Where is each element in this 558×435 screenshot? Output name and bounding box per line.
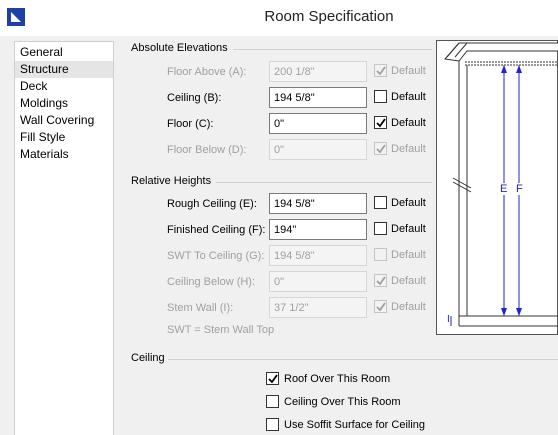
roof-over-room-label: Roof Over This Room — [284, 373, 391, 385]
stem-wall-default-label: Default — [391, 301, 426, 313]
finished-ceiling-label: Finished Ceiling (F): — [167, 224, 266, 236]
finished-ceiling-default-checkbox[interactable] — [374, 222, 387, 235]
floor-below-default-label: Default — [391, 143, 426, 155]
ceiling-default-checkbox[interactable] — [374, 90, 387, 103]
roof-over-room-checkbox[interactable] — [266, 372, 279, 385]
ceiling-heading: Ceiling — [131, 352, 165, 364]
dimension-i-label: I — [447, 314, 450, 325]
swt-to-ceiling-default-checkbox — [374, 248, 387, 261]
ceiling-below-label: Ceiling Below (H): — [167, 276, 256, 288]
nav-item-moldings[interactable]: Moldings — [15, 95, 113, 112]
title-bar: Room Specification — [0, 0, 558, 36]
soffit-surface-label: Use Soffit Surface for Ceiling — [284, 419, 426, 431]
dimension-e-label: E — [500, 183, 508, 195]
nav-item-materials[interactable]: Materials — [15, 146, 113, 163]
ceiling-field[interactable]: 194 5/8" — [269, 87, 367, 108]
stem-wall-label: Stem Wall (I): — [167, 302, 234, 314]
swt-to-ceiling-label: SWT To Ceiling (G): — [167, 250, 265, 262]
ceiling-below-default-checkbox — [374, 274, 387, 287]
check-icon — [268, 374, 278, 384]
ceiling-below-default-label: Default — [391, 275, 426, 287]
rough-ceiling-field[interactable]: 194 5/8" — [269, 193, 367, 214]
floor-below-label: Floor Below (D): — [167, 144, 247, 156]
finished-ceiling-default-label: Default — [391, 223, 426, 235]
absolute-elevations-heading: Absolute Elevations — [131, 42, 228, 54]
floor-above-default-checkbox — [374, 64, 387, 77]
elevation-diagram-drawing — [444, 42, 558, 327]
nav-item-general[interactable]: General — [15, 44, 113, 61]
floor-above-default-label: Default — [391, 65, 426, 77]
swt-to-ceiling-field: 194 5/8" — [269, 245, 367, 266]
dimension-f-label: F — [516, 183, 523, 195]
floor-label: Floor (C): — [167, 118, 214, 130]
floor-default-label: Default — [391, 117, 426, 129]
section-divider — [233, 49, 432, 50]
rough-ceiling-default-checkbox[interactable] — [374, 196, 387, 209]
floor-above-field: 200 1/8" — [269, 61, 367, 82]
section-divider — [216, 182, 432, 183]
nav-item-fill-style[interactable]: Fill Style — [15, 129, 113, 146]
floor-default-checkbox[interactable] — [374, 116, 387, 129]
floor-below-field: 0" — [269, 139, 367, 160]
ceiling-label: Ceiling (B): — [167, 92, 222, 104]
elevation-diagram: E F I — [436, 40, 558, 335]
check-icon — [376, 118, 386, 128]
stem-wall-default-checkbox — [374, 300, 387, 313]
category-list[interactable]: General Structure Deck Moldings Wall Cov… — [14, 41, 114, 435]
swt-note: SWT = Stem Wall Top — [167, 324, 275, 336]
soffit-surface-checkbox[interactable] — [266, 418, 279, 431]
swt-to-ceiling-default-label: Default — [391, 249, 426, 261]
nav-item-deck[interactable]: Deck — [15, 78, 113, 95]
ceiling-over-room-label: Ceiling Over This Room — [284, 396, 401, 408]
ceiling-default-label: Default — [391, 91, 426, 103]
check-icon — [376, 302, 386, 312]
stem-wall-field: 37 1/2" — [269, 297, 367, 318]
section-divider — [168, 359, 558, 360]
rough-ceiling-default-label: Default — [391, 197, 426, 209]
ceiling-below-field: 0" — [269, 271, 367, 292]
check-icon — [376, 144, 386, 154]
rough-ceiling-label: Rough Ceiling (E): — [167, 198, 257, 210]
finished-ceiling-field[interactable]: 194" — [269, 219, 367, 240]
check-icon — [376, 66, 386, 76]
window-title: Room Specification — [264, 8, 394, 25]
ceiling-over-room-checkbox[interactable] — [266, 395, 279, 408]
check-icon — [376, 276, 386, 286]
relative-heights-heading: Relative Heights — [131, 175, 212, 187]
floor-above-label: Floor Above (A): — [167, 66, 247, 78]
nav-item-structure[interactable]: Structure — [15, 61, 113, 78]
nav-item-wall-covering[interactable]: Wall Covering — [15, 112, 113, 129]
floor-field[interactable]: 0" — [269, 113, 367, 134]
floor-below-default-checkbox — [374, 142, 387, 155]
